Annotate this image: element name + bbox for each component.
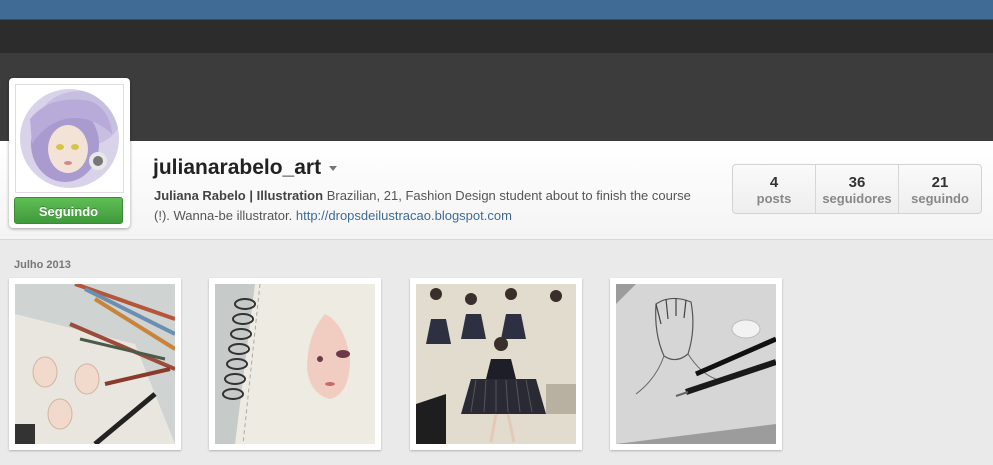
stat-posts-label: posts [756,191,792,206]
avatar-frame [15,84,124,193]
top-navigation-bar [0,0,993,20]
stat-following-label: seguindo [911,191,969,206]
photo-image [215,284,375,444]
avatar[interactable] [20,89,119,188]
stat-posts[interactable]: 4 posts [733,165,816,213]
chevron-down-icon[interactable] [329,165,338,171]
month-label: Julho 2013 [14,259,71,271]
photo-post[interactable] [410,278,582,450]
bio-name: Juliana Rabelo | Illustration [154,188,324,203]
cover-background [0,53,993,141]
profile-stats: 4 posts 36 seguidores 21 seguindo [732,164,982,214]
photo-image [616,284,776,444]
following-button[interactable]: Seguindo [14,197,123,224]
bio-link[interactable]: http://dropsdeilustracao.blogspot.com [296,208,512,223]
profile-bio: Juliana Rabelo | Illustration Brazilian,… [154,186,694,226]
profile-username: julianarabelo_art [153,156,322,179]
stat-following[interactable]: 21 seguindo [899,165,981,213]
stat-following-count: 21 [931,174,949,191]
username-row: julianarabelo_art [153,155,338,181]
photo-image [416,284,576,444]
stat-followers[interactable]: 36 seguidores [816,165,899,213]
stat-followers-count: 36 [848,174,866,191]
photo-image [15,284,175,444]
header-strip [0,20,993,53]
photo-post[interactable] [610,278,782,450]
stat-followers-label: seguidores [822,191,892,206]
photo-post[interactable] [209,278,381,450]
avatar-card: Seguindo [9,78,130,228]
photo-post[interactable] [9,278,181,450]
stat-posts-count: 4 [769,174,779,191]
